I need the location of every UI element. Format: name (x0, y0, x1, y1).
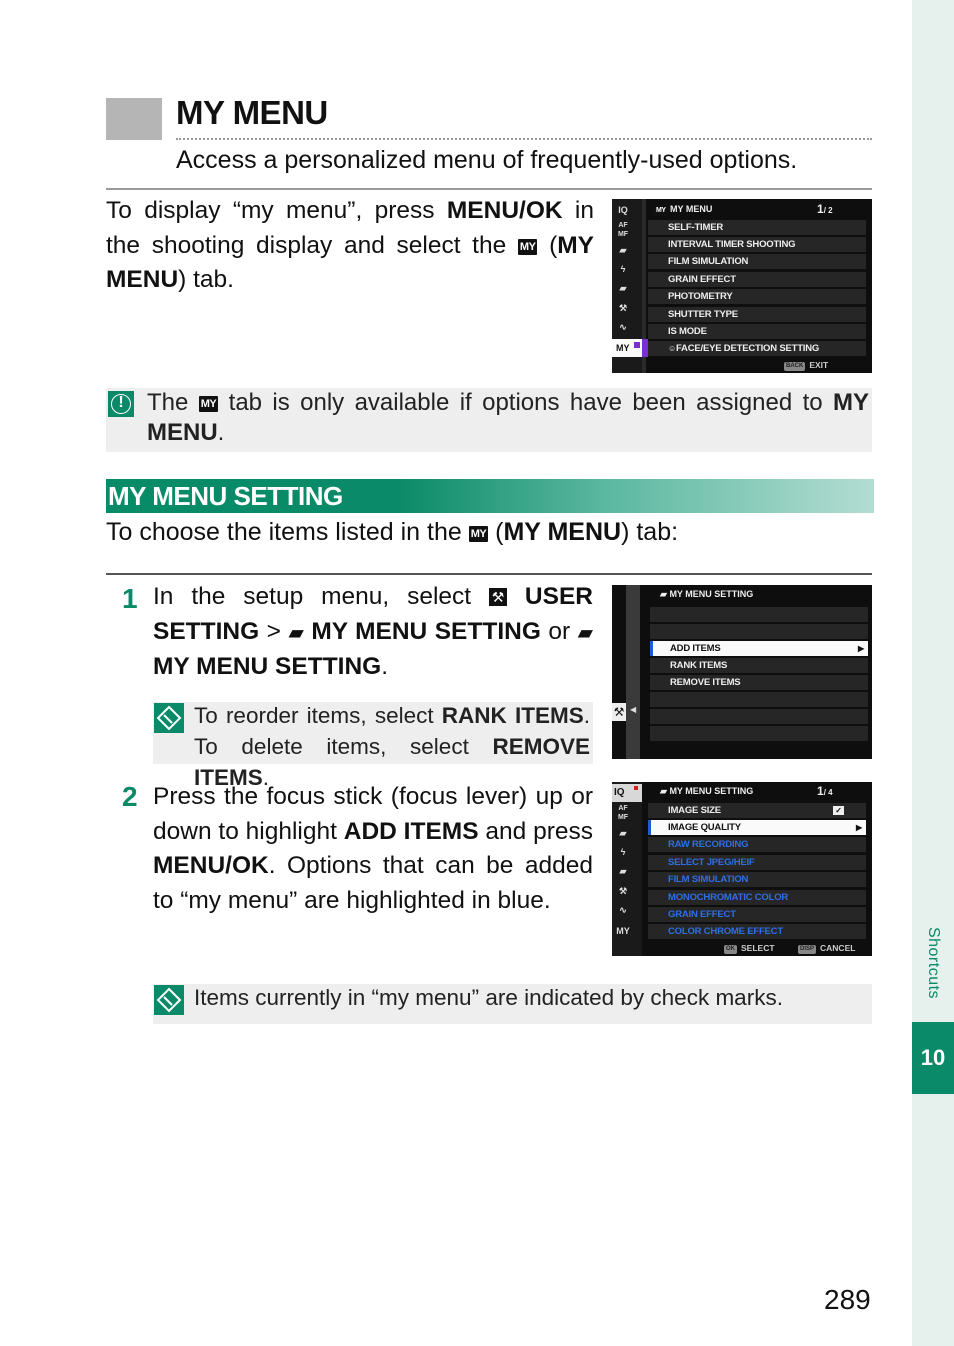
camera-icon: ▰ (660, 786, 667, 796)
check-mark-icon: ✓ (833, 806, 844, 815)
title-divider (176, 138, 872, 140)
step-number: 1 (122, 583, 138, 614)
camera-tab-icon: ▰ (619, 828, 627, 838)
chapter-label[interactable]: Shortcuts (912, 905, 954, 1020)
step-2-text: Press the focus stick (focus lever) up o… (153, 783, 593, 914)
af-mf-tab-icon: AF MF (617, 805, 629, 821)
bottom-note-text: Items currently in “my menu” are indicat… (194, 985, 783, 1010)
flash-tab-icon: ϟ (620, 264, 626, 274)
section-intro: To choose the items listed in the MY (MY… (106, 518, 679, 546)
camera-icon: ▰ (288, 621, 304, 644)
caution-text: The MY tab is only available if options … (147, 389, 870, 446)
menu-row-available[interactable]: SELECT JPEG/HEIF (648, 855, 866, 871)
camera-screen-my-menu: IQ AF MF ▰ ϟ ▰ ⚒ ∿ MY MY MY MENU 1/ 2 SEL… (612, 199, 872, 373)
step-1-text: In the setup menu, select ⚒ USER SETTING… (153, 583, 594, 680)
menu-row-available[interactable]: FILM SIMULATION (648, 872, 866, 888)
flash-tab-icon: ϟ (620, 847, 626, 857)
movie-icon: ▰ (577, 621, 594, 644)
image-quality-tab-icon: IQ (618, 205, 628, 215)
exit-hint: BACK EXIT (784, 360, 829, 371)
menu-row-empty (650, 709, 868, 725)
caution-icon: ! (108, 391, 134, 417)
disp-back-button-icon: DISP (798, 945, 817, 954)
chapter-label-text: Shortcuts (925, 926, 942, 999)
menu-row-available[interactable]: MONOCHROMATIC COLOR (648, 890, 866, 906)
tab-scrollbar (626, 585, 640, 759)
menu-row-empty (650, 624, 868, 640)
af-mf-tab-icon: AF MF (617, 222, 629, 238)
my-menu-icon: MY (517, 238, 538, 255)
menu-row-checked[interactable]: IMAGE SIZE ✓ (648, 803, 866, 819)
menu-row[interactable]: IS MODE (648, 324, 866, 340)
page-subtitle: Access a personalized menu of frequently… (176, 146, 798, 174)
menu-row-selected[interactable]: IMAGE QUALITY ▶ (648, 820, 866, 836)
menu-row-empty (650, 692, 868, 708)
my-menu-tab-icon: MY (616, 926, 630, 936)
page-number: 289 (824, 1284, 871, 1315)
page-indicator-text: 1/ 2 (817, 202, 833, 216)
screen-header: ▰ MY MENU SETTING (660, 589, 754, 599)
section-heading: MY MENU SETTING (106, 479, 874, 513)
page-indicator (634, 786, 638, 790)
page-title: MY MENU (176, 94, 328, 131)
intro-paragraph: To display “my menu”, press MENU/OK in t… (106, 197, 595, 293)
menu-row-empty (650, 726, 868, 742)
rank-items-row[interactable]: RANK ITEMS (650, 658, 868, 674)
page-indicator (634, 342, 640, 348)
header-rule (106, 188, 872, 190)
chevron-right-icon: ▶ (856, 823, 862, 832)
back-button-icon: BACK (784, 362, 806, 371)
menu-row-empty (650, 607, 868, 623)
menu-row[interactable]: SHUTTER TYPE (648, 307, 866, 323)
movie-tab-icon: ▰ (619, 283, 627, 293)
note-icon (154, 703, 184, 733)
screen-header: ▰ MY MENU SETTING (660, 786, 754, 796)
step-number: 2 (122, 781, 138, 812)
my-menu-tab-active: MY (612, 339, 642, 357)
face-detect-icon: ☺ (668, 344, 676, 353)
menu-row[interactable]: PHOTOMETRY (648, 289, 866, 305)
add-items-row[interactable]: ADD ITEMS ▶ (650, 641, 868, 657)
title-marker (106, 98, 162, 140)
cancel-hint: DISP CANCEL (798, 943, 856, 954)
chapter-number[interactable]: 10 (912, 1022, 954, 1094)
menu-row[interactable]: ☺FACE/EYE DETECTION SETTING (648, 341, 866, 357)
camera-tab-icon: ▰ (619, 245, 627, 255)
camera-screen-add-items: IQ AF MF ▰ ϟ ▰ ⚒ ∿ MY ▰ MY MENU SETTING 1… (612, 782, 872, 956)
select-hint: OK SELECT (724, 943, 775, 954)
chevron-right-icon: ▶ (858, 644, 864, 653)
menu-row-available[interactable]: RAW RECORDING (648, 837, 866, 853)
ok-button-icon: OK (724, 945, 737, 954)
menu-row-available[interactable]: COLOR CHROME EFFECT (648, 924, 866, 940)
image-quality-tab-active: IQ (612, 784, 642, 802)
menu-row[interactable]: INTERVAL TIMER SHOOTING (648, 237, 866, 253)
page-indicator-text: 1/ 4 (817, 784, 833, 798)
section-rule (106, 573, 872, 575)
wrench-tab-icon: ⚒ (618, 886, 628, 896)
menu-ok-button-ref: MENU/OK (446, 197, 563, 224)
remove-items-row[interactable]: REMOVE ITEMS (650, 675, 868, 691)
back-arrow-icon: ◀ (630, 705, 637, 714)
camera-screen-my-menu-setting: ⚒ ◀ ▰ MY MENU SETTING ADD ITEMS ▶ RANK IT… (612, 585, 872, 759)
chapter-side-strip (912, 0, 954, 1346)
movie-tab-icon: ▰ (619, 866, 627, 876)
menu-row[interactable]: SELF-TIMER (648, 220, 866, 236)
wrench-tab-icon: ⚒ (618, 303, 628, 313)
connection-tab-icon: ∿ (619, 905, 627, 915)
my-menu-icon: MY (468, 526, 489, 542)
connection-tab-icon: ∿ (619, 322, 627, 332)
wrench-tab-icon: ⚒ (612, 703, 626, 721)
menu-row-available[interactable]: GRAIN EFFECT (648, 907, 866, 923)
camera-icon: ▰ (660, 589, 667, 599)
menu-row[interactable]: FILM SIMULATION (648, 254, 866, 270)
my-menu-icon: MY (198, 396, 219, 412)
menu-row[interactable]: GRAIN EFFECT (648, 272, 866, 288)
wrench-icon: ⚒ (489, 588, 508, 606)
note-icon (154, 985, 184, 1015)
screen-header: MY MY MENU (654, 204, 713, 216)
